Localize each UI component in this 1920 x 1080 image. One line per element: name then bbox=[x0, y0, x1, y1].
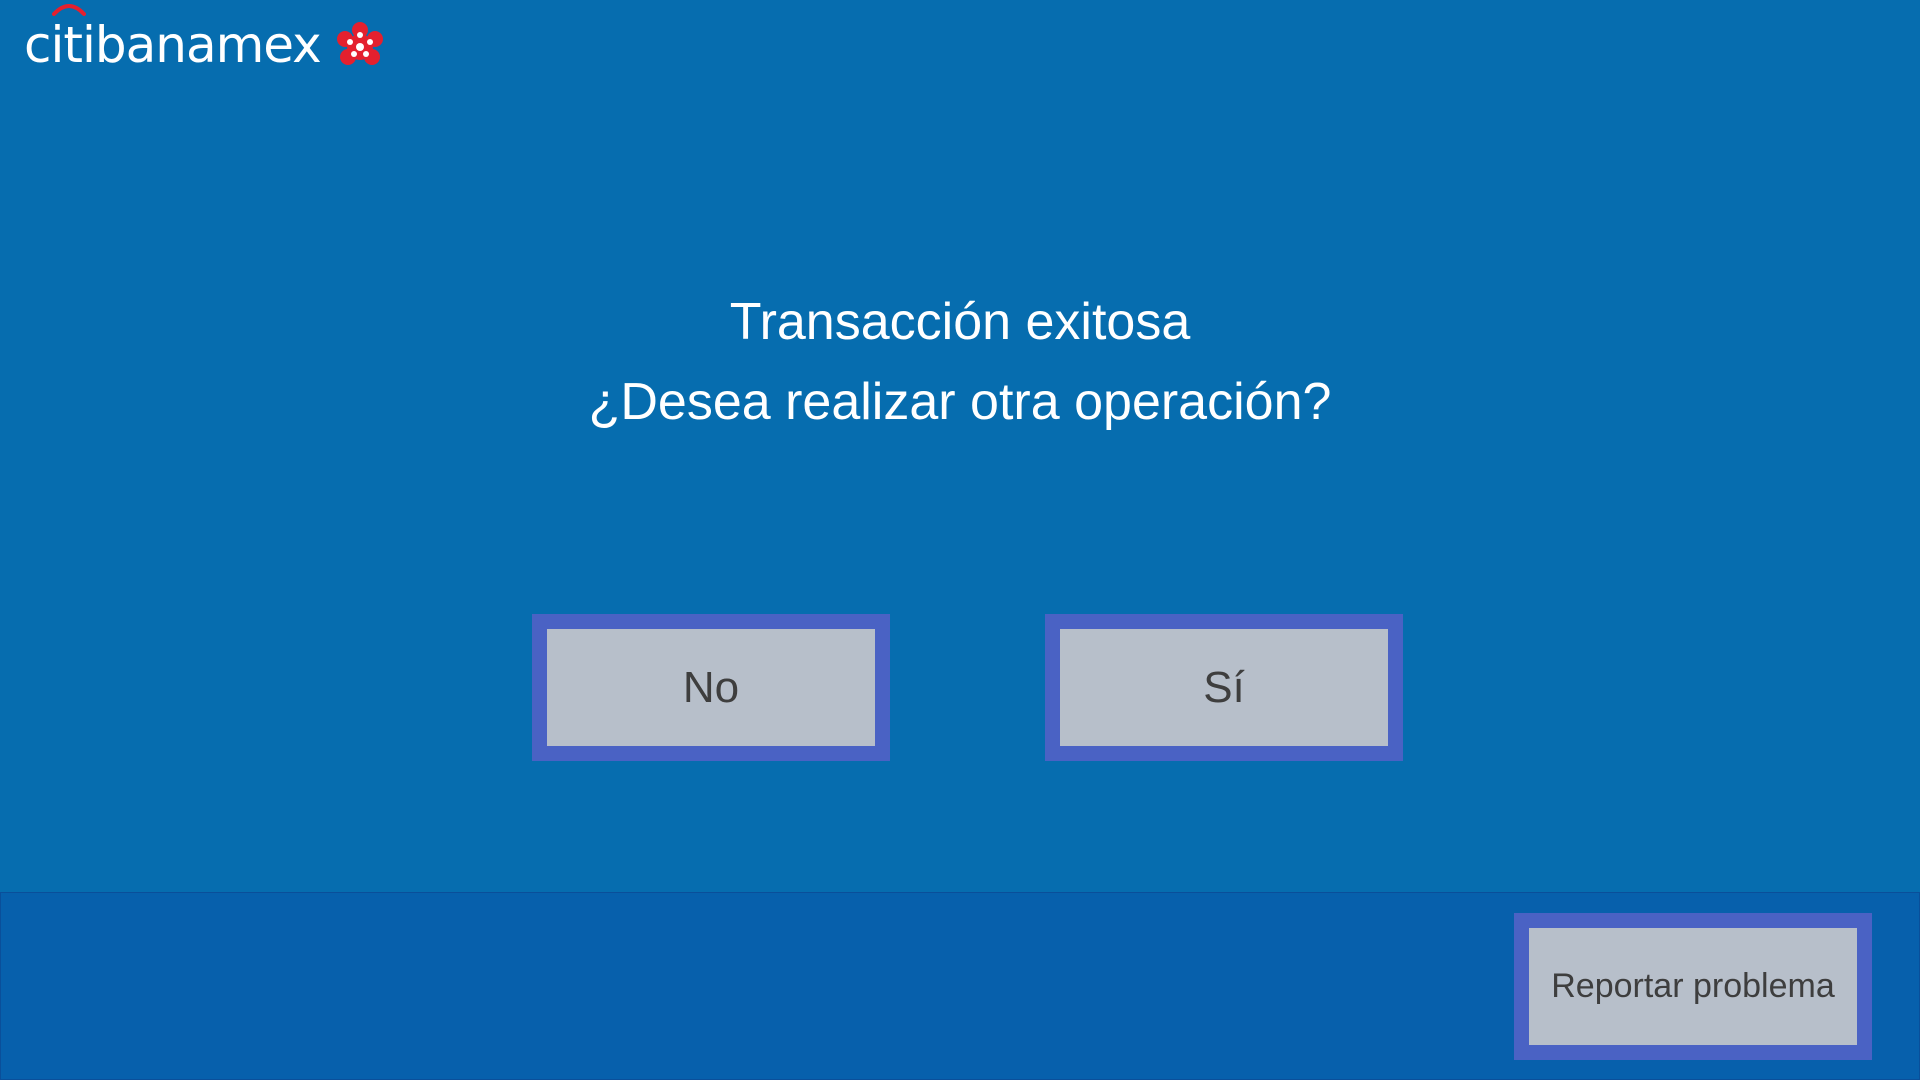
report-problem-button[interactable]: Reportar problema bbox=[1514, 913, 1872, 1060]
yes-button[interactable]: Sí bbox=[1045, 614, 1403, 761]
logo-arc-icon bbox=[52, 4, 86, 16]
brand-logo: citibanamex bbox=[24, 4, 385, 76]
brand-name: citibanamex bbox=[24, 16, 322, 74]
report-problem-label: Reportar problema bbox=[1551, 967, 1835, 1005]
yes-button-label: Sí bbox=[1203, 662, 1245, 712]
no-button-label: No bbox=[682, 662, 740, 712]
no-button[interactable]: No bbox=[532, 614, 890, 761]
success-title: Transacción exitosa bbox=[729, 293, 1191, 351]
atm-screen: citibanamex Transacción exitosa ¿Desea r… bbox=[0, 0, 1920, 1080]
another-operation-question: ¿Desea realizar otra operación? bbox=[588, 373, 1332, 431]
transaction-message: Transacción exitosa ¿Desea realizar otra… bbox=[0, 282, 1920, 442]
banamex-flower-icon bbox=[336, 22, 383, 65]
